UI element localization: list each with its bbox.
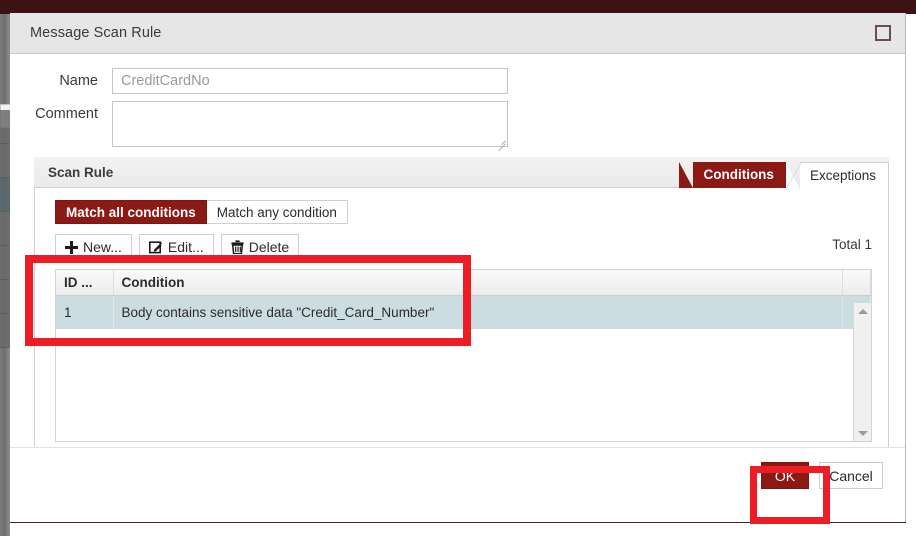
conditions-table-body: 1 Body contains sensitive data "Credit_C… — [56, 295, 871, 329]
screen: Message Scan Rule Name Comment Scan Ru — [0, 0, 916, 536]
panel-tabs: Conditions Exceptions — [679, 162, 889, 189]
delete-condition-button[interactable]: Delete — [220, 234, 300, 260]
column-header-condition[interactable]: Condition — [113, 270, 843, 296]
tab-exceptions[interactable]: Exceptions — [785, 162, 889, 189]
background-topbar — [0, 0, 916, 14]
scan-rule-panel-header: Scan Rule Conditions Exceptions — [34, 157, 889, 189]
caret-up-icon[interactable] — [854, 303, 871, 319]
new-condition-label: New... — [83, 239, 122, 255]
maximize-icon[interactable] — [875, 25, 891, 41]
column-header-id[interactable]: ID ... — [56, 270, 114, 296]
conditions-table: ID ... Condition 1 Body contains sensiti… — [56, 270, 871, 329]
grid-vertical-scrollbar[interactable] — [853, 303, 871, 441]
cell-condition: Body contains sensitive data "Credit_Car… — [113, 295, 843, 329]
dialog-footer: OK Cancel — [10, 447, 905, 522]
edit-condition-label: Edit... — [167, 239, 204, 255]
comment-label: Comment — [35, 106, 98, 122]
scan-rule-panel: Scan Rule Conditions Exceptions Match al… — [34, 157, 889, 458]
form-section: Name Comment — [10, 54, 905, 147]
new-condition-button[interactable]: New... — [55, 234, 132, 260]
name-label: Name — [59, 73, 98, 89]
name-input[interactable] — [112, 68, 508, 94]
trash-icon — [231, 240, 244, 254]
delete-condition-label: Delete — [248, 239, 290, 255]
dialog-titlebar: Message Scan Rule — [10, 13, 905, 54]
conditions-grid: ID ... Condition 1 Body contains sensiti… — [55, 269, 872, 442]
comment-input[interactable] — [112, 101, 508, 147]
edit-condition-button[interactable]: Edit... — [138, 234, 214, 260]
caret-down-icon[interactable] — [854, 425, 871, 441]
cell-id: 1 — [56, 295, 114, 329]
cancel-button[interactable]: Cancel — [819, 462, 883, 489]
total-count-label: Total 1 — [832, 237, 872, 252]
scan-rule-panel-body: Match all conditions Match any condition… — [34, 188, 889, 458]
plus-icon — [65, 240, 78, 254]
footer-buttons: OK Cancel — [761, 462, 883, 489]
conditions-table-head: ID ... Condition — [56, 270, 871, 296]
match-mode-group: Match all conditions Match any condition — [55, 200, 348, 224]
message-scan-rule-dialog: Message Scan Rule Name Comment Scan Ru — [10, 13, 906, 522]
match-any-condition-button[interactable]: Match any condition — [206, 200, 348, 224]
pencil-square-icon — [148, 240, 163, 254]
table-row[interactable]: 1 Body contains sensitive data "Credit_C… — [56, 295, 871, 329]
conditions-toolbar: New... Edit... Delete Total 1 — [55, 234, 874, 260]
match-all-conditions-button[interactable]: Match all conditions — [55, 200, 207, 224]
background-left-rows — [0, 110, 10, 360]
column-header-spacer — [842, 270, 871, 296]
dialog-title: Message Scan Rule — [30, 25, 162, 41]
comment-row: Comment — [10, 101, 905, 147]
comment-area — [112, 101, 508, 147]
ok-button[interactable]: OK — [761, 462, 809, 489]
name-row: Name — [10, 68, 905, 94]
table-header-row: ID ... Condition — [56, 270, 871, 296]
tab-conditions[interactable]: Conditions — [679, 162, 786, 188]
scan-rule-title: Scan Rule — [48, 164, 114, 180]
